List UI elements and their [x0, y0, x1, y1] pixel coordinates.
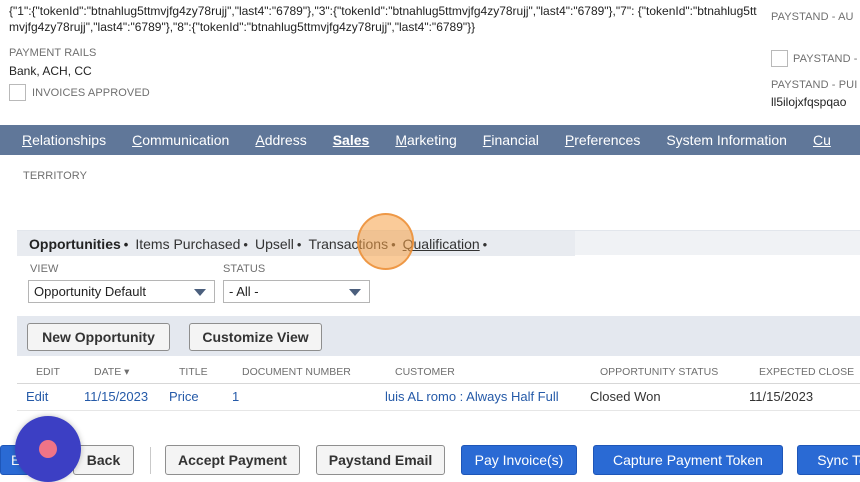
paystand-field-label-1: PAYSTAND - AU [771, 11, 854, 23]
status-select[interactable]: - All - [223, 280, 370, 303]
column-header-customer[interactable]: CUSTOMER [395, 366, 455, 378]
view-select-value: Opportunity Default [34, 284, 147, 299]
status-select-value: - All - [229, 284, 259, 299]
record-tab-bar: Relationships Communication Address Sale… [0, 125, 860, 155]
tab-financial[interactable]: Financial [483, 132, 539, 148]
row-status: Closed Won [590, 389, 661, 404]
tab-marketing[interactable]: Marketing [395, 132, 456, 148]
tab-custom[interactable]: Cu [813, 132, 831, 148]
row-date-link[interactable]: 11/15/2023 [84, 389, 148, 404]
territory-label: TERRITORY [23, 170, 88, 182]
paystand-checkbox[interactable] [771, 50, 788, 67]
column-header-date[interactable]: DATE ▾ [94, 366, 129, 378]
paystand-checkbox-field: PAYSTAND - [771, 50, 858, 67]
subtab-upsell[interactable]: Upsell • [255, 236, 301, 252]
subtab-items-purchased[interactable]: Items Purchased • [135, 236, 248, 252]
tab-preferences[interactable]: Preferences [565, 132, 641, 148]
tab-communication[interactable]: Communication [132, 132, 229, 148]
status-label: STATUS [223, 263, 266, 275]
tab-sales[interactable]: Sales [333, 132, 370, 148]
chevron-down-icon [349, 289, 361, 296]
invoices-approved-label: INVOICES APPROVED [32, 86, 150, 99]
new-opportunity-button[interactable]: New Opportunity [27, 323, 170, 351]
row-edit-link[interactable]: Edit [26, 389, 48, 404]
button-divider [150, 447, 151, 474]
tab-address[interactable]: Address [255, 132, 306, 148]
sales-subtab-bar: Opportunities • Items Purchased • Upsell • … [17, 230, 860, 256]
chevron-down-icon [194, 289, 206, 296]
column-header-document-number[interactable]: DOCUMENT NUMBER [242, 366, 351, 378]
subtab-opportunities[interactable]: Opportunities • [29, 236, 128, 252]
record-button[interactable] [15, 416, 81, 482]
row-customer-link[interactable]: luis AL romo : Always Half Full [385, 389, 559, 404]
capture-payment-token-button[interactable]: Capture Payment Token [593, 445, 783, 475]
invoices-approved-checkbox[interactable] [9, 84, 26, 101]
paystand-email-button[interactable]: Paystand Email [316, 445, 445, 475]
column-header-title[interactable]: TITLE [179, 366, 208, 378]
sync-button[interactable]: Sync To [797, 445, 860, 475]
subtab-qualification[interactable]: Qualification • [403, 236, 488, 252]
paystand-field-label-2: PAYSTAND - [793, 52, 858, 65]
view-label: VIEW [30, 263, 59, 275]
tab-system-information[interactable]: System Information [666, 132, 787, 148]
tab-relationships[interactable]: Relationships [22, 132, 106, 148]
right-field-column: PAYSTAND - AU PAYSTAND - PAYSTAND - PUI … [771, 0, 860, 120]
record-dot-icon [39, 440, 57, 458]
row-expected-close: 11/15/2023 [749, 389, 814, 404]
back-button[interactable]: Back [73, 445, 134, 475]
payment-rails-label: PAYMENT RAILS [9, 47, 97, 59]
customize-view-button[interactable]: Customize View [189, 323, 322, 351]
invoices-approved-field: INVOICES APPROVED [9, 84, 150, 101]
payment-tokens-json: {"1":{"tokenId":"btnahlug5ttmvjfg4zy78ru… [9, 4, 757, 34]
pay-invoices-button[interactable]: Pay Invoice(s) [461, 445, 577, 475]
column-header-edit: EDIT [36, 366, 60, 378]
accept-payment-button[interactable]: Accept Payment [165, 445, 300, 475]
view-select[interactable]: Opportunity Default [28, 280, 215, 303]
paystand-field-label-3: PAYSTAND - PUI [771, 79, 858, 91]
click-indicator [357, 213, 414, 270]
row-title-link[interactable]: Price [169, 389, 199, 404]
payment-rails-value: Bank, ACH, CC [9, 64, 92, 78]
column-header-opportunity-status[interactable]: OPPORTUNITY STATUS [600, 366, 718, 378]
row-document-number-link[interactable]: 1 [232, 389, 239, 404]
column-header-expected-close[interactable]: EXPECTED CLOSE [759, 366, 854, 378]
paystand-field-value-3: ll5ilojxfqspqao [771, 95, 847, 109]
